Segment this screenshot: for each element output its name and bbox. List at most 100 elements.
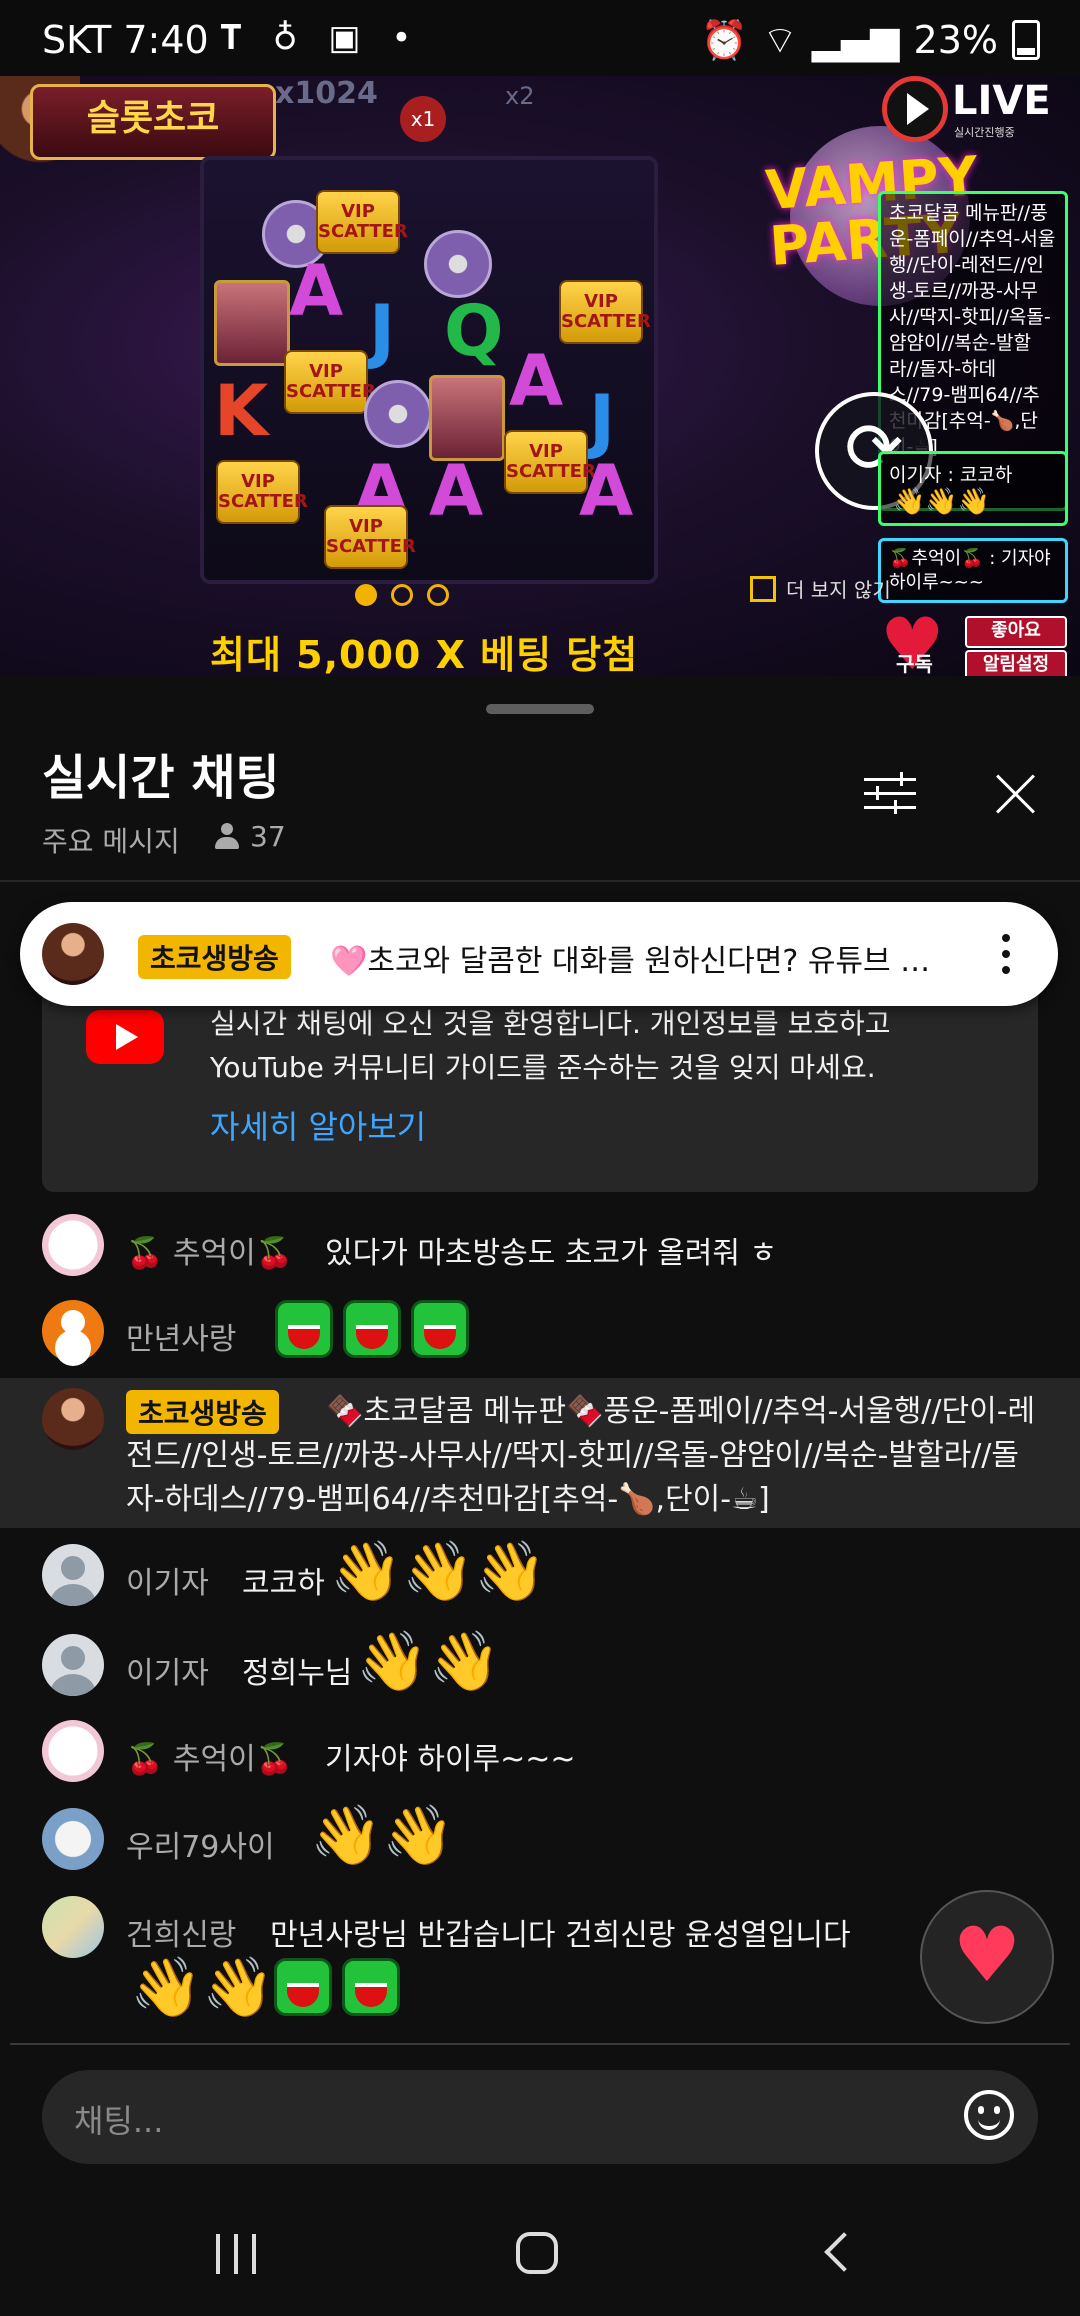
emoji-icon[interactable] <box>964 2090 1014 2140</box>
carousel-dot-active <box>355 584 377 606</box>
carousel-dot <box>391 584 413 606</box>
subscribe-label: 구독 <box>896 652 933 676</box>
avatar <box>42 1808 104 1870</box>
wave-emoji: 👋👋 <box>356 1627 501 1695</box>
status-bar: SKT 7:40 𝐓 ♁ ▣ • ⏰ ⌔ ▂▄▆ 23% <box>0 0 1080 76</box>
author-name[interactable]: 만년사랑 <box>126 1314 236 1358</box>
chat-message: 🍒 추억이🍒 있다가 마초방송도 초코가 올려줘 ㅎ <box>0 1210 1080 1282</box>
welcome-text: 실시간 채팅에 오신 것을 환영합니다. 개인정보를 보호하고 YouTube … <box>210 1007 891 1084</box>
dont-show-checkbox[interactable]: 더 보지 않기 <box>750 574 891 603</box>
live-sub: 실시간진행중 <box>954 126 1015 139</box>
recents-icon[interactable] <box>214 2234 258 2274</box>
laugh-emote-icon <box>343 1300 401 1358</box>
multiplier-top: x1024 <box>275 76 378 111</box>
reel-letter: A <box>509 340 564 422</box>
chat-message: 초코생방송 🍫초코달콤 메뉴판🍫풍운-폼페이//추억-서울행//단이-레전드//… <box>0 1378 1080 1528</box>
like-label-overlay: 좋아요 <box>965 616 1067 648</box>
overlay-chat-1: 이기자 : 코코하 👋👋👋 <box>878 451 1068 526</box>
laugh-emote-icon <box>342 1958 401 2016</box>
author-name[interactable]: 우리79사이 <box>126 1822 275 1866</box>
multiplier-side: x2 <box>505 82 535 110</box>
chat-input[interactable]: 채팅... <box>74 2096 163 2142</box>
disc-symbol <box>364 380 432 448</box>
youtube-logo-icon <box>86 1010 164 1064</box>
avatar <box>42 1300 104 1362</box>
carousel-dots <box>355 584 449 606</box>
alarm-icon: ⏰ <box>700 17 749 62</box>
viewer-count: 37 <box>214 820 286 853</box>
max-win-text: 최대 5,000 X 베팅 당첨 <box>210 633 639 676</box>
chat-message: 🍒 추억이🍒 기자야 하이루~~~ <box>0 1716 1080 1788</box>
disc-symbol <box>424 230 492 298</box>
carousel-dot <box>427 584 449 606</box>
overlay-chat-2: 🍒추억이🍒 : 기자야 하이루~~~ <box>878 538 1068 603</box>
slot-reels: VIP SCATTER A J Q VIP SCATTER K VIP SCAT… <box>200 156 658 584</box>
character-symbol <box>214 280 290 366</box>
wave-emoji: 👋👋👋 <box>893 487 991 517</box>
status-time: SKT 7:40 <box>42 18 209 62</box>
message-text: 코코하 <box>242 1566 325 1601</box>
notification-icons: 𝐓 ♁ ▣ • <box>220 18 422 58</box>
reel-letter: K <box>214 370 269 452</box>
owner-badge: 초코생방송 <box>138 935 291 979</box>
laugh-emote-icon <box>274 1958 333 2016</box>
reel-letter: A <box>429 450 484 532</box>
overlay-chat-1-text: 이기자 : 코코하 <box>889 464 1013 486</box>
reel-letter: Q <box>444 290 504 372</box>
home-icon[interactable] <box>516 2232 558 2274</box>
filter-icon[interactable] <box>864 772 916 816</box>
wave-emoji: 👋👋👋 <box>330 1537 547 1605</box>
multiplier-badge: x1 <box>400 96 446 142</box>
viewer-count-value: 37 <box>250 820 286 853</box>
author-name[interactable]: 이기자 <box>126 1648 209 1692</box>
checkbox-icon[interactable] <box>750 575 776 602</box>
vip-scatter-symbol: VIP SCATTER <box>324 505 416 569</box>
author-name[interactable]: 건희신랑 <box>126 1910 236 1954</box>
vip-scatter-symbol: VIP SCATTER <box>504 430 596 494</box>
heart-reaction-button[interactable]: ♥ <box>920 1890 1054 2024</box>
message-text: 🍫초코달콤 메뉴판🍫풍운-폼페이//추억-서울행//단이-레전드//인생-토르/… <box>126 1394 1036 1517</box>
message-emotes: 👋👋 <box>126 1958 410 2016</box>
message-text: 만년사랑님 반갑습니다 건희신랑 윤성열입니다 <box>270 1918 851 1953</box>
close-icon[interactable] <box>994 772 1038 816</box>
message-text: 정희누님 <box>242 1656 353 1691</box>
avatar <box>42 1544 104 1606</box>
chat-message: 이기자 코코하 👋👋👋 <box>0 1540 1080 1612</box>
chat-message: 이기자 정희누님 👋👋 <box>0 1630 1080 1702</box>
subscribe-heart: ♥ 구독 <box>880 608 960 676</box>
avatar <box>42 1634 104 1696</box>
notify-label-overlay: 알림설정 <box>965 650 1067 676</box>
wifi-icon: ⌔ <box>762 18 798 62</box>
composer-divider <box>10 2043 1070 2045</box>
learn-more-link[interactable]: 자세히 알아보기 <box>210 1102 426 1148</box>
battery-icon <box>1012 20 1040 60</box>
message-text: 기자야 하이루~~~ <box>325 1742 576 1777</box>
signal-icon: ▂▄▆ <box>811 18 900 62</box>
game-logo: 슬롯초코 <box>30 84 276 160</box>
message-emotes <box>275 1300 479 1358</box>
character-symbol <box>429 375 505 461</box>
more-options-icon[interactable] <box>996 930 1016 980</box>
reel-letter: J <box>369 290 396 372</box>
laugh-emote-icon <box>411 1300 469 1358</box>
battery-percent: 23% <box>913 18 998 62</box>
chat-message: 우리79사이 👋👋 <box>0 1804 1080 1876</box>
avatar <box>42 1388 104 1450</box>
chat-message: 건희신랑 만년사랑님 반갑습니다 건희신랑 윤성열입니다 👋👋 <box>0 1892 1080 2032</box>
vip-scatter-symbol: VIP SCATTER <box>559 280 651 344</box>
chat-mode-selector[interactable]: 주요 메시지 <box>42 820 180 860</box>
video-player[interactable]: 슬롯초코 x1024 x1 x2 VIP SCATTER A J Q VIP S… <box>0 76 1080 676</box>
live-label: LIVE <box>952 78 1051 124</box>
dont-show-label: 더 보지 않기 <box>786 578 891 602</box>
avatar <box>42 1720 104 1782</box>
laugh-emote-icon <box>275 1300 333 1358</box>
vip-scatter-symbol: VIP SCATTER <box>316 190 408 254</box>
drag-handle[interactable] <box>486 704 594 714</box>
author-name[interactable]: 🍒 추억이🍒 <box>126 1228 293 1272</box>
chat-input-container[interactable] <box>42 2070 1038 2164</box>
chat-message: 만년사랑 <box>0 1296 1080 1368</box>
author-name[interactable]: 🍒 추억이🍒 <box>126 1734 293 1778</box>
author-name[interactable]: 이기자 <box>126 1558 209 1602</box>
play-icon <box>882 76 948 142</box>
chat-title: 실시간 채팅 <box>42 750 280 806</box>
